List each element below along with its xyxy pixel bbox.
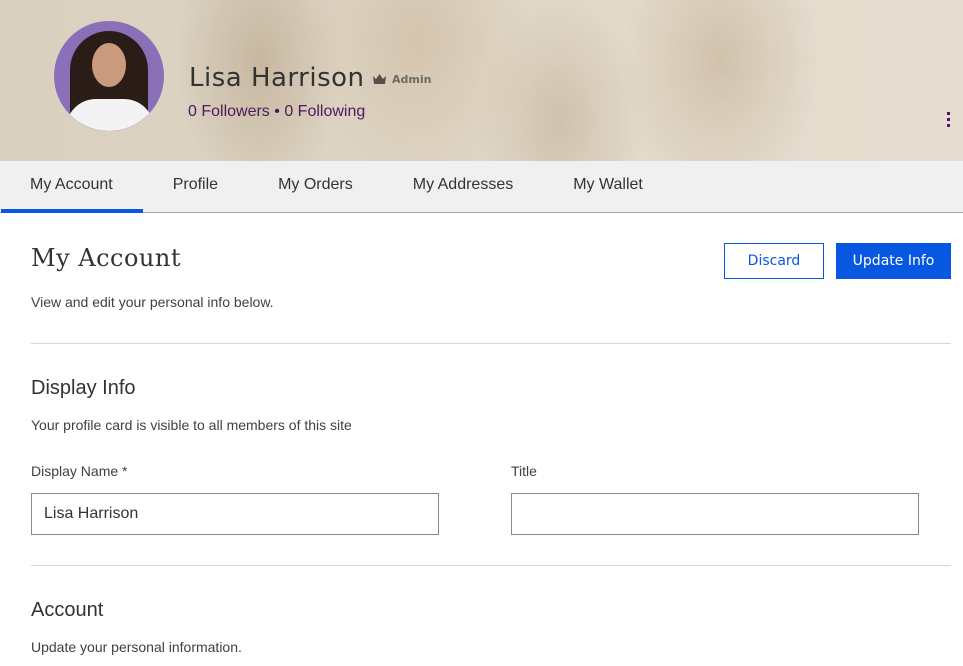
more-vertical-icon[interactable] [942, 110, 954, 130]
display-name-label: Display Name * [31, 463, 128, 479]
crown-icon [373, 74, 386, 84]
discard-button[interactable]: Discard [724, 243, 824, 279]
tab-my-account[interactable]: My Account [0, 161, 143, 213]
following-link[interactable]: 0 Following [284, 103, 365, 120]
display-info-title: Display Info [31, 377, 136, 399]
tab-my-addresses[interactable]: My Addresses [383, 161, 543, 212]
avatar[interactable] [54, 21, 164, 131]
display-info-subtitle: Your profile card is visible to all memb… [31, 417, 352, 433]
display-name-input[interactable] [31, 493, 439, 535]
account-tabs: My Account Profile My Orders My Addresse… [0, 161, 963, 213]
account-subtitle: Update your personal information. [31, 639, 242, 655]
separator: • [274, 103, 280, 120]
page-subtitle: View and edit your personal info below. [31, 294, 274, 310]
tab-my-orders[interactable]: My Orders [248, 161, 383, 212]
account-title: Account [31, 599, 104, 621]
avatar-shirt [66, 99, 154, 131]
follow-stats: 0 Followers • 0 Following [188, 103, 365, 121]
divider [31, 343, 951, 344]
tab-my-wallet[interactable]: My Wallet [543, 161, 673, 212]
title-input[interactable] [511, 493, 919, 535]
user-name: Lisa Harrison [189, 63, 365, 93]
page-title: My Account [31, 244, 181, 272]
update-info-button[interactable]: Update Info [836, 243, 951, 279]
title-label: Title [511, 463, 537, 479]
avatar-face [92, 43, 126, 87]
role-badge: Admin [392, 73, 432, 86]
divider [31, 565, 951, 566]
tab-profile[interactable]: Profile [143, 161, 248, 212]
cover-image: Lisa Harrison Admin 0 Followers • 0 Foll… [0, 0, 963, 161]
followers-link[interactable]: 0 Followers [188, 103, 270, 120]
